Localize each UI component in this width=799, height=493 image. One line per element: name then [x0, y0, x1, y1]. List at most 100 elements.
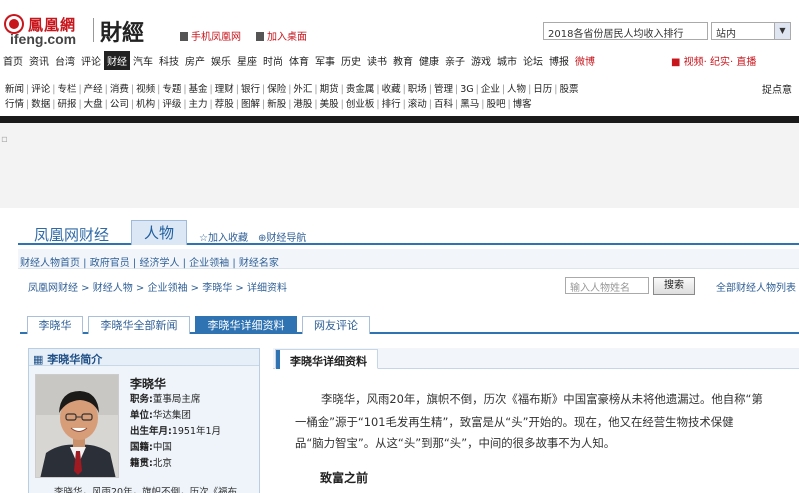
finance-nav-link[interactable]: ⊕财经导航	[258, 229, 306, 244]
nav-separator: |	[104, 84, 108, 95]
add-desktop-link[interactable]: 加入桌面	[256, 28, 307, 43]
subnav-item[interactable]: 股吧	[486, 99, 505, 110]
subnav-item[interactable]: 产经	[84, 84, 103, 95]
subnav-item[interactable]: 银行	[241, 84, 260, 95]
subnav-item[interactable]: 股票	[559, 84, 578, 95]
subnav-item[interactable]: 企业	[481, 84, 500, 95]
nav-separator: |	[528, 84, 532, 95]
subnav-item[interactable]: 新股	[267, 99, 286, 110]
subnav-item[interactable]: 图解	[241, 99, 260, 110]
main-nav-item[interactable]: 军事	[312, 51, 338, 70]
main-nav-item[interactable]: 健康	[416, 51, 442, 70]
subnav-item[interactable]: 保险	[267, 84, 286, 95]
subnav-item[interactable]: 黑马	[460, 99, 479, 110]
main-nav-item[interactable]: 资讯	[26, 51, 52, 70]
subnav-item[interactable]: 排行	[382, 99, 401, 110]
main-nav-item[interactable]: 评论	[78, 51, 104, 70]
subnav-item[interactable]: 贵金属	[346, 84, 375, 95]
ifeng-logo[interactable]: 鳳凰網 ifeng.com	[4, 14, 90, 47]
subnav-item[interactable]: 视频	[136, 84, 155, 95]
subnav-item[interactable]: 专栏	[57, 84, 76, 95]
subnav-item[interactable]: 外汇	[293, 84, 312, 95]
subnav-item[interactable]: 职场	[408, 84, 427, 95]
category-links[interactable]: 财经人物首页 | 政府官员 | 经济学人 | 企业领袖 | 财经名家	[20, 254, 279, 269]
breadcrumb[interactable]: 凤凰网财经 > 财经人物 > 企业领袖 > 李晓华 > 详细资料	[28, 279, 287, 294]
nav-separator: |	[455, 84, 459, 95]
channel-title[interactable]: 財經	[100, 15, 144, 47]
main-nav-item[interactable]: 娱乐	[208, 51, 234, 70]
hot-points-link[interactable]: 捉点意	[762, 81, 792, 96]
site-scope-select[interactable]: 站内 ▼	[711, 22, 791, 40]
tab-all-news[interactable]: 李晓华全部新闻	[88, 316, 190, 334]
main-nav-item[interactable]: 游戏	[468, 51, 494, 70]
nav-video-links[interactable]: ■ 视频· 纪实· 直播	[671, 53, 756, 68]
subnav-item[interactable]: 评论	[31, 84, 50, 95]
person-name-search-input[interactable]: 输入人物姓名	[565, 277, 649, 294]
tab-overview[interactable]: 李晓华	[27, 316, 83, 334]
subnav-item[interactable]: 博客	[513, 99, 532, 110]
nav-separator: |	[402, 84, 406, 95]
person-name: 李晓华	[130, 377, 167, 391]
subnav-item[interactable]: 大盘	[84, 99, 103, 110]
nav-separator: |	[554, 84, 558, 95]
subnav-item[interactable]: 创业板	[346, 99, 375, 110]
main-nav-item[interactable]: 微博	[572, 51, 598, 70]
mobile-site-link[interactable]: 手机凤凰网	[180, 28, 241, 43]
subnav-item[interactable]: 研报	[57, 99, 76, 110]
broken-image-icon: ▫	[1, 134, 8, 145]
subnav-item[interactable]: 机构	[136, 99, 155, 110]
nav-separator: |	[26, 84, 30, 95]
subnav-item[interactable]: 数据	[31, 99, 50, 110]
all-people-list-link[interactable]: 全部财经人物列表	[716, 279, 796, 294]
subnav-item[interactable]: 公司	[110, 99, 129, 110]
main-nav-item[interactable]: 体育	[286, 51, 312, 70]
nav-separator: |	[78, 99, 82, 110]
site-search-input[interactable]: 2018各省份居民人均收入排行	[543, 22, 708, 40]
subnav-item[interactable]: 日历	[533, 84, 552, 95]
subnav-item[interactable]: 新闻	[5, 84, 24, 95]
nav-separator: |	[235, 99, 239, 110]
main-nav-item[interactable]: 台湾	[52, 51, 78, 70]
subnav-item[interactable]: 美股	[320, 99, 339, 110]
main-nav-item[interactable]: 时尚	[260, 51, 286, 70]
main-nav-item[interactable]: 城市	[494, 51, 520, 70]
subnav-item[interactable]: 港股	[293, 99, 312, 110]
main-nav-item[interactable]: 星座	[234, 51, 260, 70]
main-nav-item[interactable]: 亲子	[442, 51, 468, 70]
detail-subheading: 致富之前	[320, 471, 369, 485]
subnav-item[interactable]: 人物	[507, 84, 526, 95]
finance-channel-title[interactable]: 凤凰网财经	[34, 224, 109, 245]
add-favorite-link[interactable]: ☆加入收藏	[199, 229, 248, 244]
main-nav-item[interactable]: 博报	[546, 51, 572, 70]
main-nav-item[interactable]: 历史	[338, 51, 364, 70]
main-nav-item[interactable]: 房产	[182, 51, 208, 70]
main-nav-item[interactable]: 科技	[156, 51, 182, 70]
subnav-item[interactable]: 荐股	[215, 99, 234, 110]
main-nav-item[interactable]: 汽车	[130, 51, 156, 70]
subnav-item[interactable]: 管理	[434, 84, 453, 95]
main-nav-item[interactable]: 首页	[0, 51, 26, 70]
subnav-item[interactable]: 评级	[162, 99, 181, 110]
tab-details[interactable]: 李晓华详细资料	[195, 316, 297, 334]
subnav-item[interactable]: 3G	[460, 84, 473, 95]
tab-comments[interactable]: 网友评论	[302, 316, 370, 334]
subnav-item[interactable]: 收藏	[382, 84, 401, 95]
main-nav-item[interactable]: 论坛	[520, 51, 546, 70]
nav-separator: |	[157, 84, 161, 95]
subnav-item[interactable]: 滚动	[408, 99, 427, 110]
subnav-item[interactable]: 主力	[189, 99, 208, 110]
subnav-item[interactable]: 专题	[162, 84, 181, 95]
subnav-item[interactable]: 行情	[5, 99, 24, 110]
subnav-item[interactable]: 百科	[434, 99, 453, 110]
subnav-item[interactable]: 理财	[215, 84, 234, 95]
main-nav-item[interactable]: 读书	[364, 51, 390, 70]
subnav-item[interactable]: 消费	[110, 84, 129, 95]
search-button[interactable]: 搜索	[653, 277, 695, 295]
subnav-item[interactable]: 期货	[320, 84, 339, 95]
main-nav-item[interactable]: 财经	[104, 51, 130, 70]
nav-separator: |	[402, 99, 406, 110]
people-tab[interactable]: 人物	[131, 220, 187, 245]
nav-separator: |	[183, 84, 187, 95]
main-nav-item[interactable]: 教育	[390, 51, 416, 70]
subnav-item[interactable]: 基金	[189, 84, 208, 95]
